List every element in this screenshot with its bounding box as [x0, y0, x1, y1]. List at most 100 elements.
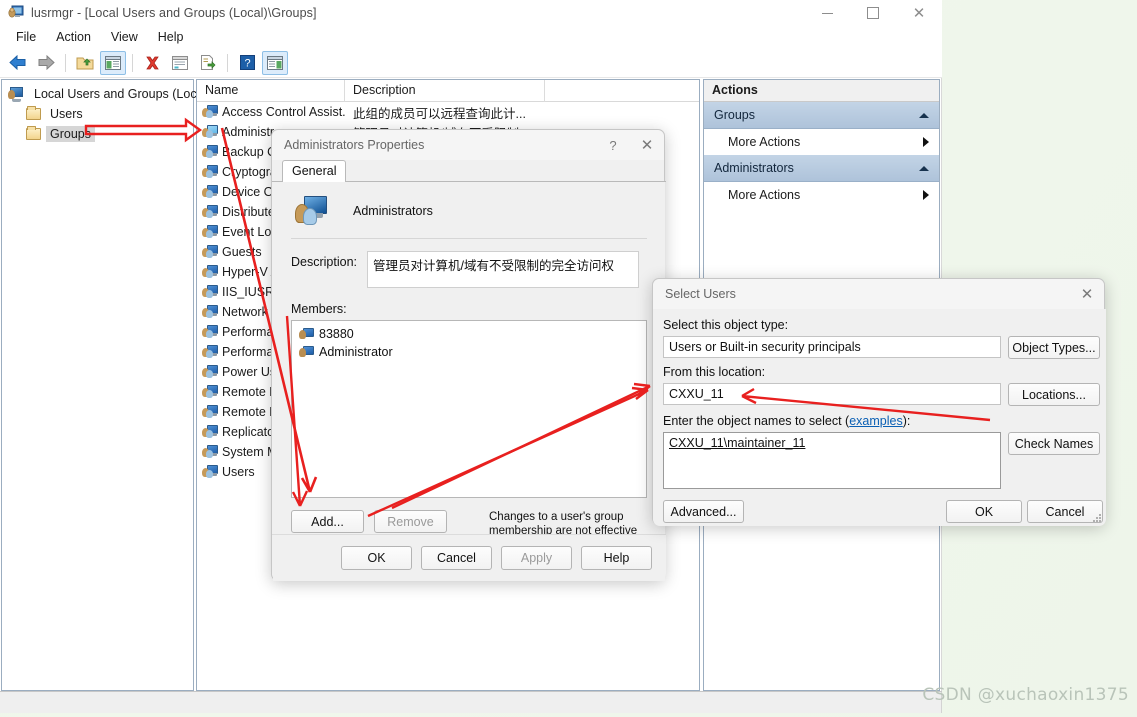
group-icon [202, 124, 218, 140]
show-hide-console-tree-icon[interactable] [100, 50, 126, 75]
close-icon[interactable]: ✕ [630, 130, 664, 160]
column-header-description[interactable]: Description [345, 80, 545, 102]
table-row[interactable]: Access Control Assist... 此组的成员可以远程查询此计... [197, 102, 699, 122]
group-icon [202, 404, 218, 420]
check-names-button[interactable]: Check Names [1008, 432, 1100, 455]
actions-section-groups-header[interactable]: Groups [704, 102, 939, 129]
help-question-icon[interactable]: ? [596, 130, 630, 160]
object-names-textarea[interactable]: CXXU_11\maintainer_11 [663, 432, 1001, 489]
folder-icon [26, 106, 41, 120]
group-icon [202, 304, 218, 320]
group-name-text: Remote N [222, 405, 279, 419]
group-icon [202, 104, 218, 120]
ok-button[interactable]: OK [341, 545, 412, 570]
location-label: From this location: [663, 365, 766, 379]
group-name-text: Access Control Assist... [222, 105, 345, 119]
object-types-button[interactable]: Object Types... [1008, 336, 1100, 359]
actions-administrators-more-actions[interactable]: More Actions [704, 182, 939, 208]
list-column-headers: Name Description [197, 80, 699, 102]
chevron-up-icon[interactable] [919, 112, 929, 118]
object-type-input[interactable]: Users or Built-in security principals [663, 336, 1001, 358]
close-icon[interactable]: ✕ [1070, 279, 1104, 309]
member-name: Administrator [319, 345, 393, 359]
sidebar-item-users-label: Users [50, 107, 83, 121]
properties-dialog-title: Administrators Properties [284, 138, 425, 152]
group-icon [202, 264, 218, 280]
help-icon[interactable]: ? [234, 51, 260, 75]
tree-root-node[interactable]: Local Users and Groups (Local) [2, 85, 210, 103]
tree-root-label: Local Users and Groups (Local) [34, 87, 211, 101]
locations-button[interactable]: Locations... [1008, 383, 1100, 406]
forward-icon[interactable] [33, 51, 59, 75]
back-icon[interactable] [5, 51, 31, 75]
list-item[interactable]: Administrator [295, 343, 643, 361]
close-button[interactable]: ✕ [896, 0, 942, 26]
group-icon [202, 144, 218, 160]
window-title: lusrmgr - [Local Users and Groups (Local… [31, 6, 317, 20]
sidebar-item-groups[interactable]: Groups [2, 125, 193, 143]
menu-help[interactable]: Help [148, 28, 194, 46]
ok-button[interactable]: OK [946, 500, 1022, 523]
status-bar-segment-main [0, 692, 942, 713]
location-input[interactable]: CXXU_11 [663, 383, 1001, 405]
examples-link[interactable]: examples [849, 414, 903, 428]
group-name-cell: Access Control Assist... [197, 104, 345, 120]
administrators-properties-dialog: Administrators Properties ? ✕ General Ad… [271, 129, 666, 581]
actions-section-administrators-header[interactable]: Administrators [704, 155, 939, 182]
toolbar-separator-2 [132, 53, 133, 72]
group-icon [202, 424, 218, 440]
delete-icon[interactable] [139, 51, 165, 75]
group-icon [295, 196, 327, 226]
menu-action[interactable]: Action [46, 28, 101, 46]
add-button[interactable]: Add... [291, 510, 364, 533]
group-name-text: Cryptogra [222, 165, 277, 179]
actions-section-groups-label: Groups [714, 108, 755, 122]
group-icon [202, 344, 218, 360]
help-button[interactable]: Help [581, 545, 652, 570]
column-header-name[interactable]: Name [197, 80, 345, 102]
properties-tabstrip: General [272, 160, 666, 182]
chevron-right-icon [923, 190, 929, 200]
group-icon [202, 364, 218, 380]
menu-file[interactable]: File [6, 28, 46, 46]
group-name-text: Performa [222, 345, 274, 359]
group-name-text: Event Log [222, 225, 279, 239]
group-icon [202, 384, 218, 400]
list-item[interactable]: 83880 [295, 325, 643, 343]
object-type-label: Select this object type: [663, 318, 789, 332]
actions-section-administrators-label: Administrators [714, 161, 794, 175]
cancel-button[interactable]: Cancel [421, 545, 492, 570]
maximize-button[interactable] [850, 0, 896, 26]
toolbar: ? [0, 48, 942, 78]
remove-button: Remove [374, 510, 447, 533]
group-icon [202, 164, 218, 180]
user-icon [298, 326, 314, 342]
properties-icon[interactable] [167, 51, 193, 75]
object-names-label-suffix: ): [902, 414, 911, 428]
minimize-button[interactable] [804, 0, 850, 26]
members-listbox[interactable]: 83880 Administrator [291, 320, 647, 498]
up-folder-icon[interactable] [72, 51, 98, 75]
description-input[interactable]: 管理员对计算机/域有不受限制的完全访问权 [367, 251, 639, 288]
toolbar-separator [65, 53, 66, 72]
tab-general[interactable]: General [282, 160, 347, 182]
object-names-label-prefix: Enter the object names to select ( [663, 414, 850, 428]
group-description-cell: 此组的成员可以远程查询此计... [353, 106, 526, 121]
select-users-title: Select Users [665, 287, 736, 301]
group-icon [202, 284, 218, 300]
show-action-pane-icon[interactable] [262, 50, 288, 75]
actions-groups-more-actions[interactable]: More Actions [704, 129, 939, 155]
member-name: 83880 [319, 327, 354, 341]
status-bar [0, 691, 942, 713]
toolbar-separator-3 [227, 53, 228, 72]
resize-grip[interactable] [1092, 513, 1102, 523]
group-name-text: Remote D [222, 385, 279, 399]
sidebar-item-users[interactable]: Users [2, 105, 193, 123]
chevron-up-icon[interactable] [919, 165, 929, 171]
advanced-button[interactable]: Advanced... [663, 500, 744, 523]
actions-pane-title: Actions [704, 80, 939, 102]
group-name-text: Distribute [222, 205, 275, 219]
menu-view[interactable]: View [101, 28, 148, 46]
export-list-icon[interactable] [195, 51, 221, 75]
group-name-text: Guests [222, 245, 262, 259]
